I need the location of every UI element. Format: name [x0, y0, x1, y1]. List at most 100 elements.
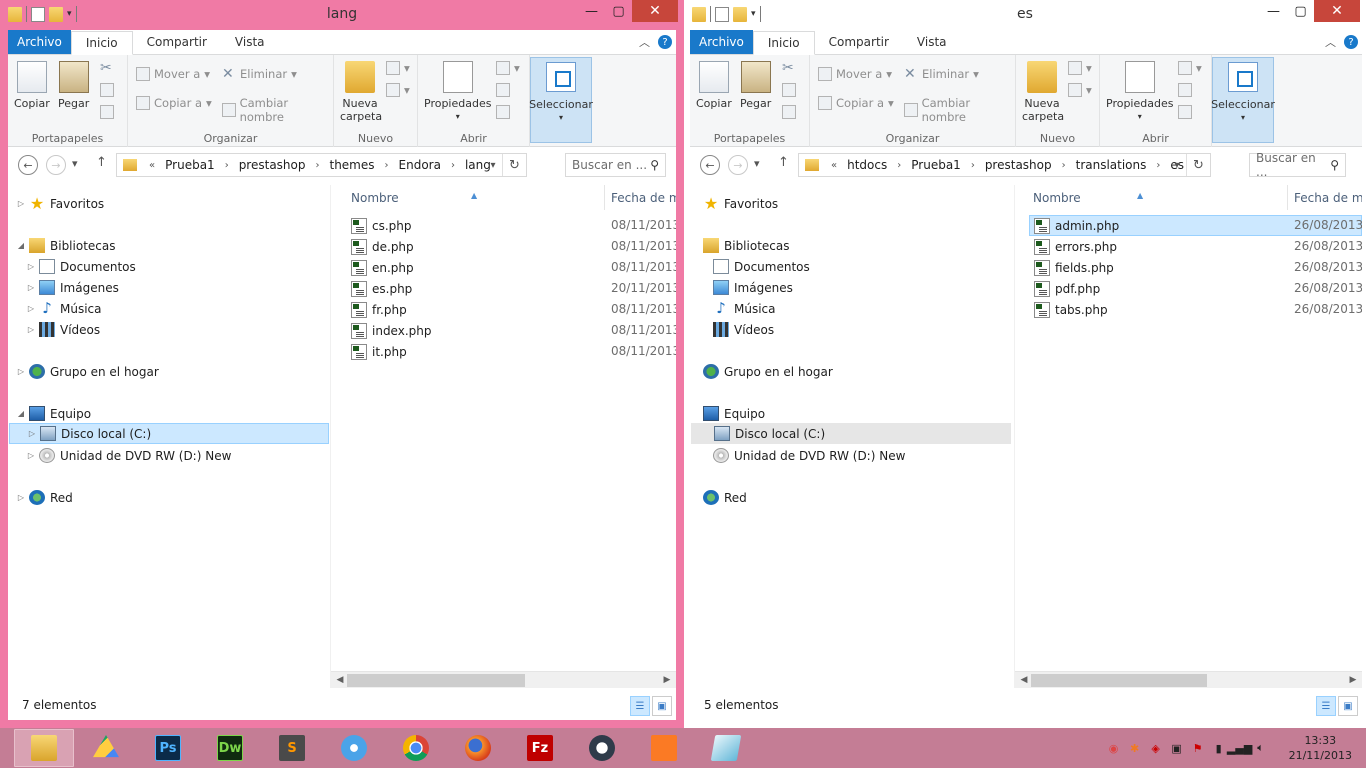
refresh-icon[interactable]: ↻: [502, 154, 526, 176]
breadcrumb-item[interactable]: htdocs: [843, 158, 891, 172]
recent-locations-icon[interactable]: ▾: [754, 157, 760, 170]
tree-homegroup[interactable]: Grupo en el hogar: [700, 361, 833, 382]
taskbar-firefox[interactable]: [448, 729, 508, 767]
search-input[interactable]: Buscar en ... ⚲: [565, 153, 666, 177]
back-button[interactable]: ←: [700, 155, 720, 175]
collapse-ribbon-icon[interactable]: ︿: [639, 34, 650, 50]
breadcrumb-item[interactable]: translations: [1072, 158, 1151, 172]
rename-button[interactable]: Cambiar nombre: [222, 96, 333, 124]
tab-vista[interactable]: Vista: [221, 30, 279, 54]
new-item-icon[interactable]: ▾: [1068, 61, 1092, 75]
new-folder-button[interactable]: Nueva carpeta: [1022, 61, 1064, 123]
tree-favorites[interactable]: ★ Favoritos: [700, 193, 778, 214]
paste-button[interactable]: Pegar: [58, 61, 89, 110]
breadcrumb-item[interactable]: themes: [325, 158, 378, 172]
easy-access-icon[interactable]: ▾: [1068, 83, 1092, 97]
breadcrumb-item[interactable]: Prueba1: [907, 158, 965, 172]
xampp-tray-icon[interactable]: ✱: [1128, 741, 1142, 755]
file-row[interactable]: de.php 08/11/2013 1: [331, 236, 676, 257]
file-row[interactable]: es.php 20/11/2013 2: [331, 278, 676, 299]
history-icon[interactable]: [496, 105, 510, 119]
tab-compartir[interactable]: Compartir: [133, 30, 221, 54]
tree-documents[interactable]: ▷ Documentos: [26, 256, 136, 277]
tree-videos[interactable]: ▷ Vídeos: [26, 319, 100, 340]
up-button[interactable]: ↑: [778, 155, 789, 170]
help-icon[interactable]: ?: [658, 35, 672, 49]
tree-computer[interactable]: ◢ Equipo: [16, 403, 91, 424]
select-group[interactable]: Seleccionar ▾: [529, 57, 593, 143]
details-view-icon[interactable]: ☰: [630, 696, 650, 716]
new-item-icon[interactable]: ▾: [386, 61, 410, 75]
breadcrumb[interactable]: « Prueba1 › prestashop › themes › Endora › l…: [116, 153, 527, 177]
tree-dvd[interactable]: Unidad de DVD RW (D:) New: [710, 445, 905, 466]
breadcrumb-item[interactable]: prestashop: [981, 158, 1056, 172]
tree-computer[interactable]: Equipo: [700, 403, 765, 424]
file-row[interactable]: admin.php 26/08/2013 9: [1029, 215, 1362, 236]
cut-icon[interactable]: ✂: [782, 61, 796, 75]
close-button[interactable]: ✕: [632, 0, 678, 22]
tree-network[interactable]: Red: [700, 487, 747, 508]
move-to-button[interactable]: Mover a ▾: [818, 67, 892, 81]
delete-button[interactable]: ✕ Eliminar ▾: [904, 67, 979, 81]
copy-path-icon[interactable]: [100, 83, 114, 97]
open-icon[interactable]: ▾: [1178, 61, 1202, 75]
title-bar[interactable]: ▾ es — ▢ ✕: [684, 0, 1366, 30]
file-row[interactable]: fr.php 08/11/2013 1: [331, 299, 676, 320]
tree-documents[interactable]: Documentos: [710, 256, 810, 277]
paste-shortcut-icon[interactable]: [782, 105, 796, 119]
tree-images[interactable]: ▷ Imágenes: [26, 277, 119, 298]
select-button[interactable]: Seleccionar ▾: [529, 62, 593, 124]
tree-dvd[interactable]: ▷ Unidad de DVD RW (D:) New: [26, 445, 231, 466]
taskbar-filezilla[interactable]: Fz: [510, 729, 570, 767]
file-row[interactable]: it.php 08/11/2013 1: [331, 341, 676, 362]
chevron-down-icon[interactable]: ▾: [1168, 160, 1186, 171]
forward-button[interactable]: →: [46, 155, 66, 175]
breadcrumb-overflow[interactable]: «: [143, 160, 161, 171]
large-icons-view-icon[interactable]: ▣: [652, 696, 672, 716]
horizontal-scrollbar[interactable]: ◀ ▶: [331, 671, 676, 688]
copy-button[interactable]: Copiar: [696, 61, 732, 110]
scrollbar-thumb[interactable]: [1031, 674, 1207, 687]
tree-videos[interactable]: Vídeos: [710, 319, 774, 340]
maximize-button[interactable]: ▢: [1287, 0, 1314, 22]
chevron-down-icon[interactable]: ▾: [484, 160, 502, 171]
close-button[interactable]: ✕: [1314, 0, 1360, 22]
select-group[interactable]: Seleccionar ▾: [1211, 57, 1275, 143]
file-row[interactable]: cs.php 08/11/2013 1: [331, 215, 676, 236]
column-divider[interactable]: [604, 185, 605, 210]
maximize-button[interactable]: ▢: [605, 0, 632, 22]
breadcrumb-item[interactable]: Endora: [395, 158, 445, 172]
tab-archivo[interactable]: Archivo: [690, 30, 753, 54]
breadcrumb[interactable]: « htdocs › Prueba1 › prestashop › translati…: [798, 153, 1211, 177]
taskbar-dreamweaver[interactable]: Dw: [200, 729, 260, 767]
search-input[interactable]: Buscar en ... ⚲: [1249, 151, 1346, 179]
tree-local-disk[interactable]: ▷ Disco local (C:): [9, 423, 329, 444]
horizontal-scrollbar[interactable]: ◀ ▶: [1015, 671, 1362, 688]
properties-button[interactable]: Propiedades ▾: [1106, 61, 1173, 123]
tab-compartir[interactable]: Compartir: [815, 30, 903, 54]
column-date[interactable]: Fecha de mo: [1294, 191, 1362, 205]
rename-button[interactable]: Cambiar nombre: [904, 96, 1015, 124]
tree-libraries[interactable]: Bibliotecas: [700, 235, 789, 256]
tree-libraries[interactable]: ◢ Bibliotecas: [16, 235, 115, 256]
copy-to-button[interactable]: Copiar a ▾: [818, 96, 894, 110]
forward-button[interactable]: →: [728, 155, 748, 175]
taskbar-keepass[interactable]: [572, 729, 632, 767]
help-icon[interactable]: ?: [1344, 35, 1358, 49]
breadcrumb-item[interactable]: Prueba1: [161, 158, 219, 172]
flag-tray-icon[interactable]: ⚑: [1191, 741, 1205, 755]
back-button[interactable]: ←: [18, 155, 38, 175]
collapse-ribbon-icon[interactable]: ︿: [1325, 34, 1336, 50]
paste-button[interactable]: Pegar: [740, 61, 771, 110]
file-row[interactable]: pdf.php 26/08/2013 9: [1015, 278, 1362, 299]
select-button[interactable]: Seleccionar ▾: [1211, 62, 1275, 124]
delete-button[interactable]: ✕ Eliminar ▾: [222, 67, 297, 81]
tree-images[interactable]: Imágenes: [710, 277, 793, 298]
tab-inicio[interactable]: Inicio: [70, 31, 133, 55]
properties-button[interactable]: Propiedades ▾: [424, 61, 491, 123]
scroll-left-icon[interactable]: ◀: [1017, 673, 1031, 687]
tree-music[interactable]: ▷ ♪ Música: [26, 298, 102, 319]
tree-local-disk[interactable]: Disco local (C:): [691, 423, 1011, 444]
recent-locations-icon[interactable]: ▾: [72, 157, 78, 170]
refresh-icon[interactable]: ↻: [1186, 154, 1210, 176]
